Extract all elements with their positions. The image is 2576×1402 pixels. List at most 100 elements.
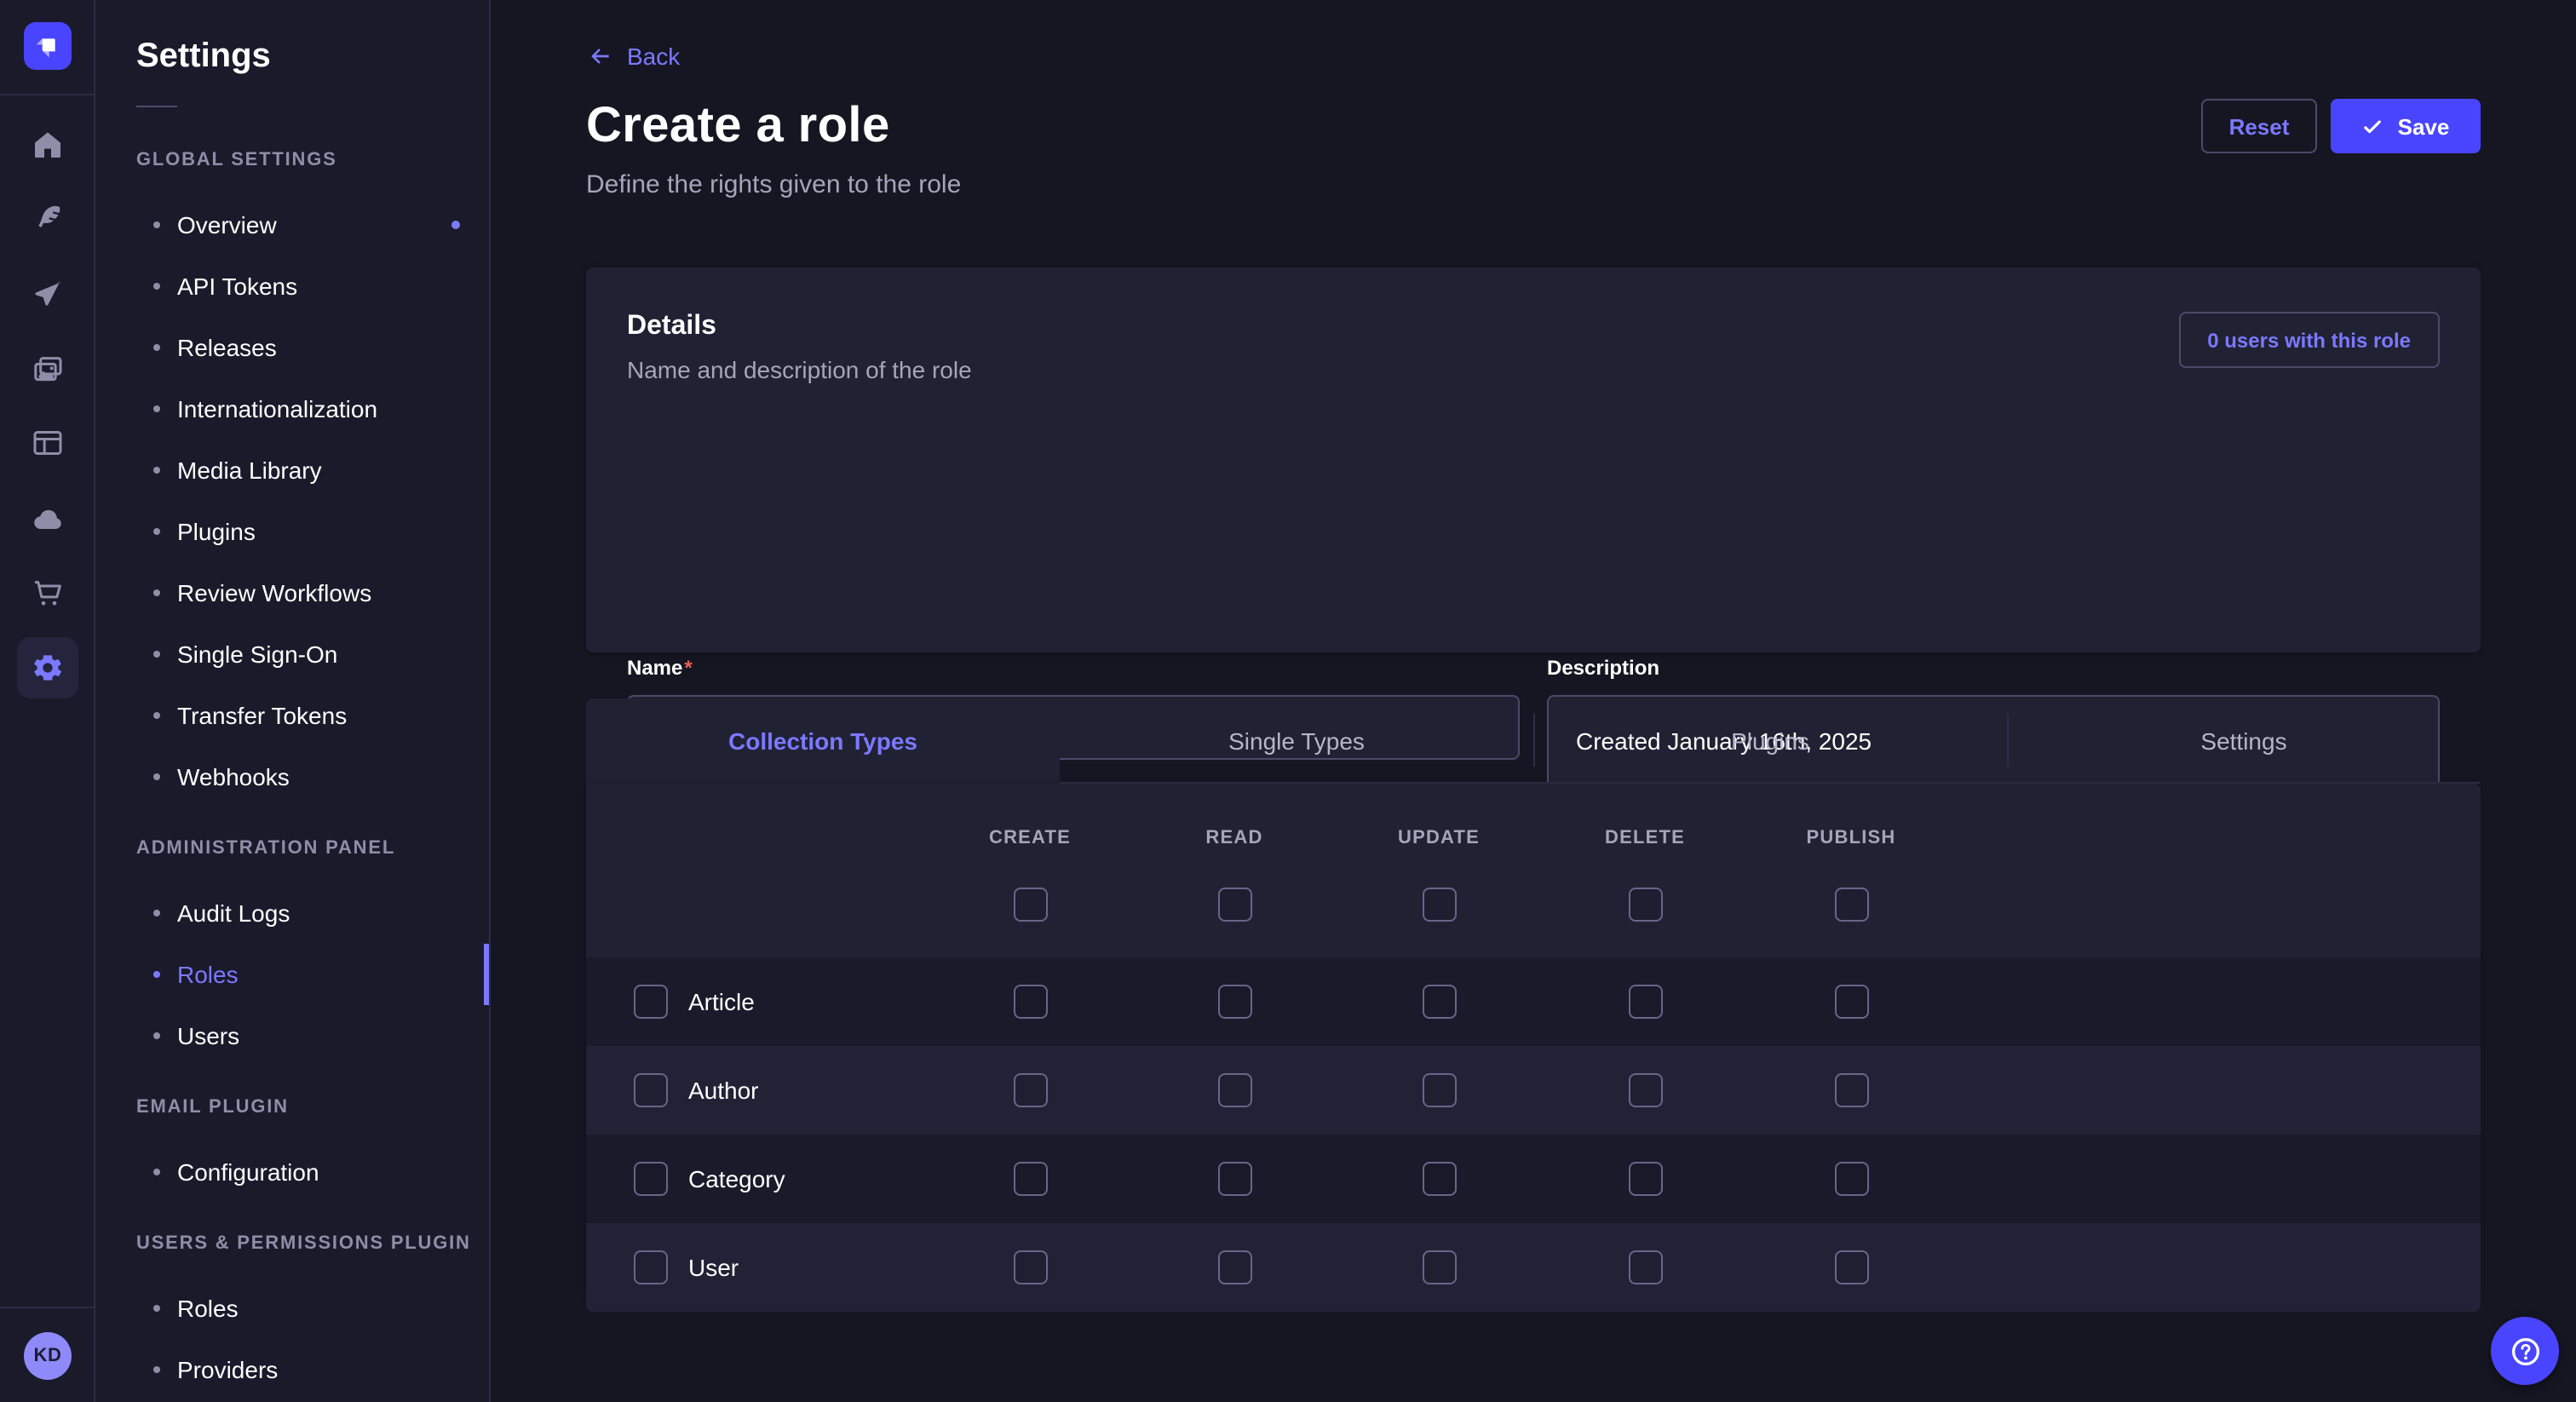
- bullet-icon: [153, 712, 160, 719]
- gear-icon: [31, 651, 65, 685]
- sidebar-item-overview[interactable]: Overview: [95, 194, 491, 256]
- permission-checkbox-category-delete[interactable]: [1628, 1162, 1662, 1196]
- sidebar-item-configuration[interactable]: Configuration: [95, 1141, 491, 1203]
- sidebar-item-audit-logs[interactable]: Audit Logs: [95, 882, 491, 944]
- users-with-role-label: 0 users with this role: [2207, 328, 2411, 352]
- permission-checkbox-article-update[interactable]: [1422, 985, 1456, 1019]
- permission-checkbox-author-read[interactable]: [1217, 1073, 1251, 1107]
- tab-settings[interactable]: Settings: [2007, 698, 2481, 784]
- sidebar-item-review-workflows[interactable]: Review Workflows: [95, 562, 491, 623]
- row-label: Category: [688, 1165, 785, 1192]
- permission-checkbox-article-read[interactable]: [1217, 985, 1251, 1019]
- sidebar-item-roles[interactable]: Roles: [95, 1278, 491, 1339]
- permission-checkbox-article-create[interactable]: [1013, 985, 1047, 1019]
- header-actions: Reset Save: [2201, 99, 2481, 153]
- reset-button-label: Reset: [2229, 113, 2290, 139]
- cloud-icon: [30, 503, 64, 537]
- sidebar-item-api-tokens[interactable]: API Tokens: [95, 256, 491, 317]
- row-checkbox-article[interactable]: [634, 985, 668, 1019]
- sidebar-item-roles[interactable]: Roles: [95, 944, 491, 1005]
- rail-item-feather[interactable]: [0, 187, 94, 249]
- rail-item-gear[interactable]: [17, 637, 78, 698]
- sidebar-item-plugins[interactable]: Plugins: [95, 501, 491, 562]
- select-all-checkbox-create[interactable]: [1013, 888, 1047, 922]
- rail-item-media[interactable]: [0, 339, 94, 400]
- permission-checkbox-category-update[interactable]: [1422, 1162, 1456, 1196]
- sidebar-item-single-sign-on[interactable]: Single Sign-On: [95, 623, 491, 685]
- tab-collection-types[interactable]: Collection Types: [586, 698, 1060, 784]
- permission-checkbox-user-read[interactable]: [1217, 1250, 1251, 1284]
- permission-checkbox-author-publish[interactable]: [1834, 1073, 1868, 1107]
- settings-subnav: Settings GLOBAL SETTINGSOverviewAPI Toke…: [95, 0, 491, 1402]
- permission-checkbox-article-publish[interactable]: [1834, 985, 1868, 1019]
- tab-separator: [2007, 714, 2009, 767]
- sidebar-item-webhooks[interactable]: Webhooks: [95, 746, 491, 807]
- feather-icon: [30, 201, 64, 235]
- active-item-indicator: [484, 944, 489, 1005]
- row-checkbox-category[interactable]: [634, 1162, 668, 1196]
- help-button[interactable]: [2491, 1317, 2559, 1385]
- back-link[interactable]: Back: [586, 43, 680, 70]
- sidebar-item-users[interactable]: Users: [95, 1005, 491, 1066]
- bullet-icon: [153, 1169, 160, 1175]
- sidebar-item-label: Providers: [177, 1356, 278, 1383]
- permission-checkbox-author-delete[interactable]: [1628, 1073, 1662, 1107]
- permission-checkbox-article-delete[interactable]: [1628, 985, 1662, 1019]
- permission-checkbox-category-create[interactable]: [1013, 1162, 1047, 1196]
- bullet-icon: [153, 773, 160, 780]
- permission-checkbox-user-publish[interactable]: [1834, 1250, 1868, 1284]
- rail-item-layout[interactable]: [0, 412, 94, 474]
- table-row-article: Article: [586, 957, 2481, 1046]
- tab-plugins[interactable]: Plugins: [1533, 698, 2007, 784]
- sidebar-item-label: Overview: [177, 211, 277, 238]
- user-avatar[interactable]: KD: [24, 1332, 72, 1380]
- tab-single-types[interactable]: Single Types: [1060, 698, 1533, 784]
- layout-icon: [30, 426, 64, 460]
- sidebar-item-providers[interactable]: Providers: [95, 1339, 491, 1400]
- reset-button[interactable]: Reset: [2201, 99, 2317, 153]
- rail-item-send[interactable]: [0, 264, 94, 325]
- permission-checkbox-user-create[interactable]: [1013, 1250, 1047, 1284]
- select-all-checkbox-delete[interactable]: [1628, 888, 1662, 922]
- sidebar-item-label: Releases: [177, 334, 277, 361]
- bullet-icon: [153, 651, 160, 658]
- save-button[interactable]: Save: [2331, 99, 2481, 153]
- permission-checkbox-user-delete[interactable]: [1628, 1250, 1662, 1284]
- sidebar-item-media-library[interactable]: Media Library: [95, 440, 491, 501]
- permission-checkbox-category-read[interactable]: [1217, 1162, 1251, 1196]
- cart-icon: [30, 576, 64, 610]
- page-subtitle: Define the rights given to the role: [586, 170, 961, 199]
- permission-checkbox-category-publish[interactable]: [1834, 1162, 1868, 1196]
- select-all-checkbox-read[interactable]: [1217, 888, 1251, 922]
- permission-checkbox-user-update[interactable]: [1422, 1250, 1456, 1284]
- bullet-icon: [153, 467, 160, 474]
- row-checkbox-user[interactable]: [634, 1250, 668, 1284]
- logo-section: [0, 0, 94, 95]
- rail-item-cloud[interactable]: [0, 489, 94, 550]
- sidebar-item-releases[interactable]: Releases: [95, 317, 491, 378]
- sidebar-item-label: Single Sign-On: [177, 641, 337, 668]
- column-header-delete: DELETE: [1605, 828, 1685, 848]
- select-all-checkbox-publish[interactable]: [1834, 888, 1868, 922]
- permission-checkbox-author-update[interactable]: [1422, 1073, 1456, 1107]
- rail-item-cart[interactable]: [0, 562, 94, 623]
- permissions-table: CREATEREADUPDATEDELETEPUBLISHArticleAuth…: [586, 784, 2481, 1296]
- permission-checkbox-author-create[interactable]: [1013, 1073, 1047, 1107]
- question-mark-icon: [2507, 1333, 2543, 1369]
- strapi-logo-icon[interactable]: [24, 22, 72, 70]
- users-with-role-button[interactable]: 0 users with this role: [2178, 312, 2440, 368]
- table-row-user: User: [586, 1223, 2481, 1312]
- sidebar-item-internationalization[interactable]: Internationalization: [95, 378, 491, 440]
- subnav-title: Settings: [136, 37, 271, 77]
- rail-item-home[interactable]: [0, 114, 94, 175]
- sidebar-item-label: Users: [177, 1022, 239, 1049]
- sidebar-item-transfer-tokens[interactable]: Transfer Tokens: [95, 685, 491, 746]
- bullet-icon: [153, 1366, 160, 1373]
- back-arrow-icon: [586, 43, 613, 70]
- permissions-tabbar: Collection TypesSingle Types Plugins Setti…: [586, 698, 2481, 784]
- row-checkbox-author[interactable]: [634, 1073, 668, 1107]
- avatar-section: KD: [0, 1307, 94, 1402]
- select-all-checkbox-update[interactable]: [1422, 888, 1456, 922]
- tab-label: Plugins: [1731, 727, 1809, 754]
- column-header-update: UPDATE: [1398, 828, 1480, 848]
